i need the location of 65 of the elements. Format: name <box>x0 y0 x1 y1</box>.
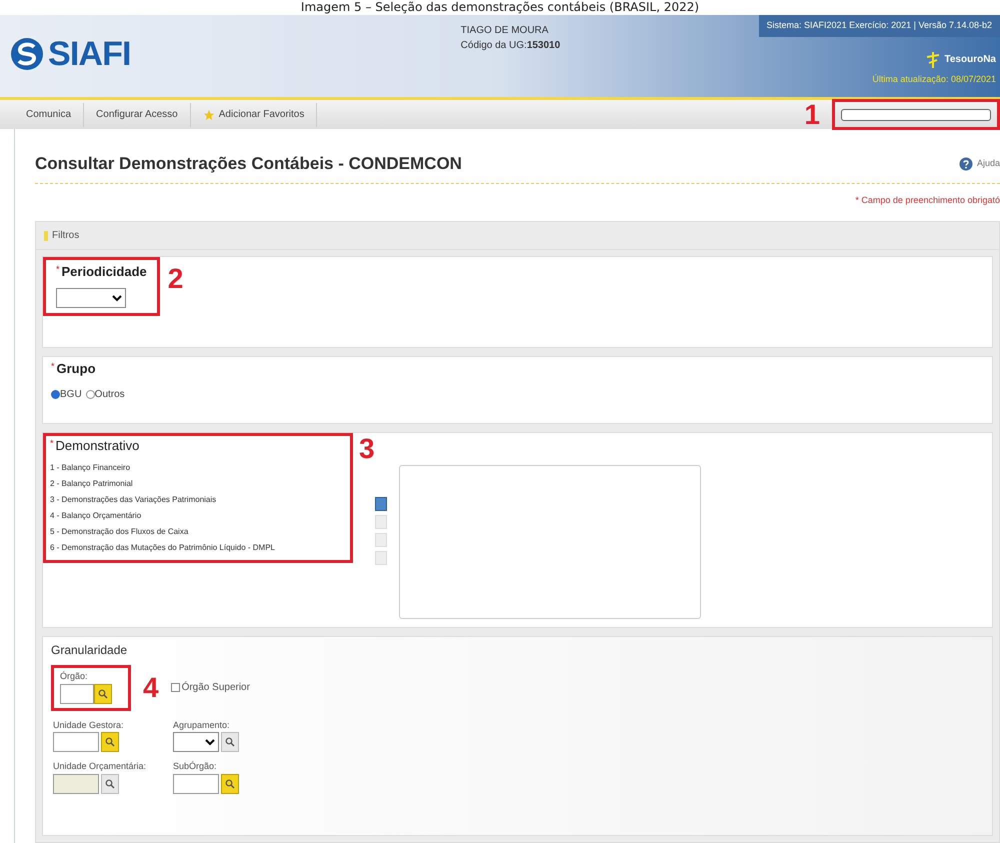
list-option[interactable]: 1 - Balanço Financeiro <box>50 462 346 474</box>
search-lookup-button[interactable] <box>221 774 239 794</box>
search-icon <box>225 778 235 788</box>
radio-button[interactable] <box>51 390 60 399</box>
required-mark: * <box>51 361 55 371</box>
checkbox[interactable] <box>170 683 180 692</box>
collapse-marker-icon <box>44 230 48 240</box>
lookup-field[interactable] <box>173 774 219 794</box>
annotation-number: 3 <box>359 433 375 464</box>
fieldset-legend: Grupo <box>56 361 96 377</box>
ug-value: 153010 <box>526 39 560 53</box>
last-update: Última atualização: 08/07/2021 <box>872 72 997 86</box>
required-mark: * <box>50 438 54 448</box>
nav-tab[interactable]: Configurar Acesso <box>84 102 191 126</box>
field-label: Unidade Gestora: <box>53 718 125 732</box>
periodicidade-select[interactable] <box>56 288 126 308</box>
search-lookup-button[interactable] <box>221 732 239 752</box>
lookup-field[interactable] <box>53 732 99 752</box>
brand-name: TesouroNa <box>944 53 996 67</box>
search-icon <box>105 778 115 788</box>
annotation-number: 4 <box>143 674 159 702</box>
help-icon <box>958 156 973 171</box>
field-label: SubÓrgão: <box>173 760 218 773</box>
fieldset-legend: Granularidade <box>51 641 984 659</box>
user-name: TIAGO DE MOURA <box>460 24 550 38</box>
nav-tab[interactable]: Adicionar Favoritos <box>190 102 318 126</box>
required-note: * Campo de preenchimento obrigató <box>854 194 1000 207</box>
checkbox-label: Órgão Superior <box>182 680 250 696</box>
annotation-number: 1 <box>804 100 820 128</box>
figure-caption: Imagem 5 – Seleção das demonstrações contábeis (BRASIL, 2022) <box>300 0 700 15</box>
search-icon <box>225 737 235 747</box>
orgao-field[interactable] <box>60 684 94 704</box>
logo-text: SIAFI <box>48 37 131 71</box>
agrupamento-select[interactable] <box>173 732 219 752</box>
radio-button[interactable] <box>86 390 95 399</box>
search-field[interactable] <box>841 108 991 120</box>
search-lookup-button[interactable] <box>101 732 119 752</box>
search-icon <box>98 688 108 698</box>
system-info-bar: Sistema: SIAFI2021 Exercício: 2021 | Versão 7.14.08-b2 <box>758 15 1000 36</box>
search-lookup-button[interactable] <box>101 774 119 794</box>
list-option[interactable]: 4 - Balanço Orçamentário <box>50 510 346 522</box>
transfer-button[interactable] <box>374 497 387 511</box>
ug-label: Código da UG: <box>460 39 527 53</box>
help-link[interactable]: Ajuda <box>976 157 1000 170</box>
field-label: Agrupamento: <box>173 718 231 732</box>
logo-icon <box>10 37 44 71</box>
list-option[interactable]: 6 - Demonstração das Mutações do Patrimônio Líquido - DMPL <box>50 542 346 554</box>
field-label: Órgão: <box>60 670 89 683</box>
list-option[interactable]: 5 - Demonstração dos Fluxos de Caixa <box>50 526 346 538</box>
field-label: Unidade Orçamentária: <box>53 760 148 773</box>
star-figure-icon <box>924 50 940 68</box>
required-mark: * <box>56 264 60 274</box>
page-title: Consultar Demonstrações Contábeis - CONDEMCON <box>35 153 462 175</box>
list-option[interactable]: 3 - Demonstrações das Variações Patrimoniais <box>50 494 346 506</box>
search-lookup-button[interactable] <box>94 684 112 704</box>
annotation-number: 2 <box>168 263 184 294</box>
nav-tab[interactable]: Comunica <box>14 102 84 126</box>
fieldset-legend: Demonstrativo <box>56 438 140 454</box>
radio-label: Outros <box>94 388 125 402</box>
fieldset-legend: Periodicidade <box>62 264 147 280</box>
list-option[interactable]: 2 - Balanço Patrimonial <box>50 478 346 490</box>
search-icon <box>105 737 115 747</box>
star-icon <box>202 108 215 120</box>
radio-label: BGU <box>60 388 82 402</box>
filters-title: Filtros <box>52 229 80 243</box>
